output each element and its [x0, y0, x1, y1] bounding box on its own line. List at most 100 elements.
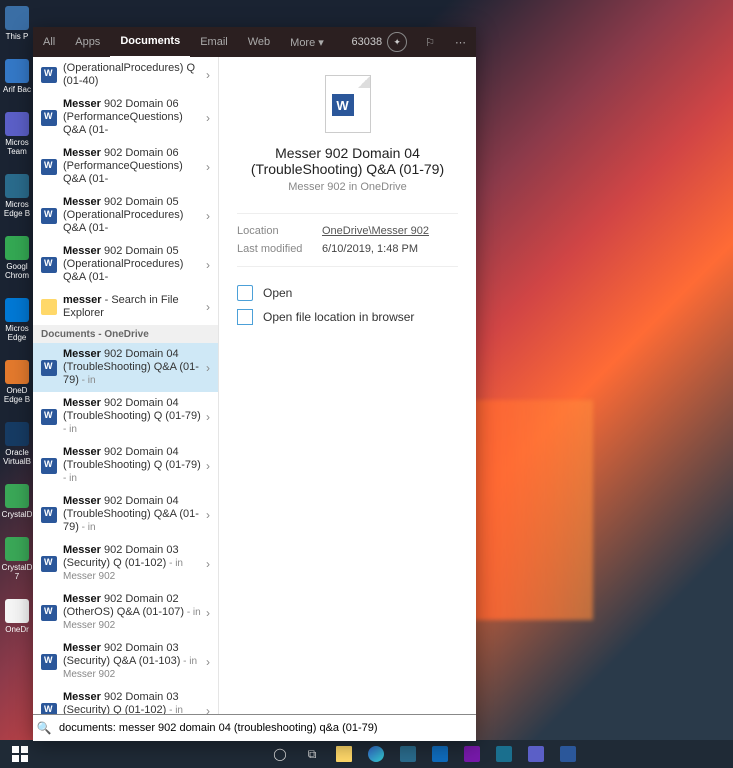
- desktop-icon[interactable]: Arif Bac: [3, 59, 31, 94]
- result-text: Messer 902 Domain 04 (TroubleShooting) Q…: [63, 446, 202, 485]
- result-text: Messer 902 Domain 04 (TroubleShooting) Q…: [63, 495, 202, 534]
- search-result-item[interactable]: Messer 902 Domain 04 (TroubleShooting) Q…: [33, 441, 218, 490]
- filter-tab[interactable]: Apps: [65, 27, 110, 57]
- preview-subtitle: Messer 902 in OneDrive: [288, 181, 407, 193]
- desktop-icon[interactable]: Micros Edge: [3, 298, 31, 342]
- search-result-item[interactable]: Messer 902 Domain 03 (Security) Q (01-10…: [33, 686, 218, 715]
- word-icon: [41, 654, 57, 670]
- search-result-item[interactable]: Messer 902 Domain 04 (TroubleShooting) Q…: [33, 490, 218, 539]
- results-list[interactable]: (OperationalProcedures) Q (01-40)›Messer…: [33, 57, 218, 715]
- open-icon: [237, 285, 253, 301]
- teams-icon[interactable]: [520, 740, 552, 768]
- word-icon: [41, 67, 57, 83]
- filter-tab[interactable]: Email: [190, 27, 238, 57]
- open-location-label: Open file location in browser: [263, 310, 414, 324]
- task-view-icon[interactable]: ⧉: [296, 740, 328, 768]
- result-text: (OperationalProcedures) Q (01-40): [63, 62, 202, 88]
- word-icon: [41, 159, 57, 175]
- modified-label: Last modified: [237, 243, 322, 255]
- preview-title: Messer 902 Domain 04 (TroubleShooting) Q…: [248, 145, 448, 177]
- section-header: Documents - OneDrive: [33, 325, 218, 343]
- search-result-item[interactable]: Messer 902 Domain 05 (OperationalProcedu…: [33, 240, 218, 289]
- photos-icon[interactable]: [488, 740, 520, 768]
- rewards-points: 63038: [352, 36, 383, 48]
- result-text: Messer 902 Domain 02 (OtherOS) Q&A (01-1…: [63, 593, 202, 632]
- open-label: Open: [263, 286, 292, 300]
- preview-metadata: Location OneDrive\Messer 902 Last modifi…: [237, 213, 458, 267]
- word-icon[interactable]: [552, 740, 584, 768]
- chevron-right-icon: ›: [202, 361, 214, 375]
- desktop-icon[interactable]: OneD Edge B: [3, 360, 31, 404]
- open-location-action[interactable]: Open file location in browser: [237, 305, 458, 329]
- chevron-right-icon: ›: [202, 508, 214, 522]
- desktop-icon[interactable]: Micros Team: [3, 112, 31, 156]
- word-icon: [41, 208, 57, 224]
- store-icon[interactable]: [392, 740, 424, 768]
- search-result-item[interactable]: Messer 902 Domain 05 (OperationalProcedu…: [33, 191, 218, 240]
- file-explorer-icon[interactable]: [328, 740, 360, 768]
- word-file-icon: W: [325, 75, 371, 133]
- chevron-right-icon: ›: [202, 300, 214, 314]
- word-icon: [41, 556, 57, 572]
- search-result-item[interactable]: Messer 902 Domain 04 (TroubleShooting) Q…: [33, 392, 218, 441]
- result-text: messer - Search in File Explorer: [63, 294, 202, 320]
- preview-pane: W Messer 902 Domain 04 (TroubleShooting)…: [219, 57, 476, 715]
- filter-tab[interactable]: Web: [238, 27, 280, 57]
- open-action[interactable]: Open: [237, 281, 458, 305]
- explorer-icon: [41, 299, 57, 315]
- search-result-item[interactable]: Messer 902 Domain 06 (PerformanceQuestio…: [33, 142, 218, 191]
- folder-icon: [237, 309, 253, 325]
- desktop-icon[interactable]: Googl Chrom: [3, 236, 31, 280]
- rewards-counter[interactable]: 63038 ✦: [352, 32, 408, 52]
- search-result-item[interactable]: Messer 902 Domain 03 (Security) Q (01-10…: [33, 539, 218, 588]
- desktop-icons: This P Arif Bac Micros Team Micros Edge B Go…: [3, 0, 33, 634]
- result-text: Messer 902 Domain 05 (OperationalProcedu…: [63, 245, 202, 284]
- word-icon: [41, 409, 57, 425]
- search-input-bar[interactable]: 🔍: [33, 714, 476, 741]
- result-text: Messer 902 Domain 06 (PerformanceQuestio…: [63, 98, 202, 137]
- chevron-right-icon: ›: [202, 459, 214, 473]
- result-text: Messer 902 Domain 05 (OperationalProcedu…: [63, 196, 202, 235]
- word-icon: [41, 605, 57, 621]
- chevron-right-icon: ›: [202, 160, 214, 174]
- rewards-icon: ✦: [387, 32, 407, 52]
- start-button[interactable]: [4, 740, 36, 768]
- chevron-right-icon: ›: [202, 606, 214, 620]
- desktop-icon[interactable]: CrystalD: [3, 484, 31, 519]
- onenote-icon[interactable]: [456, 740, 488, 768]
- search-result-item[interactable]: Messer 902 Domain 02 (OtherOS) Q&A (01-1…: [33, 588, 218, 637]
- desktop-icon[interactable]: Micros Edge B: [3, 174, 31, 218]
- edge-icon[interactable]: [360, 740, 392, 768]
- location-value[interactable]: OneDrive\Messer 902: [322, 225, 429, 237]
- feedback-icon[interactable]: ⚐: [415, 27, 445, 57]
- search-result-item[interactable]: Messer 902 Domain 04 (TroubleShooting) Q…: [33, 343, 218, 392]
- search-filter-tabs: AllAppsDocumentsEmailWebMore ▾ 63038 ✦ ⚐…: [33, 27, 476, 57]
- chevron-right-icon: ›: [202, 557, 214, 571]
- desktop-icon[interactable]: This P: [3, 6, 31, 41]
- cortana-icon[interactable]: ◯: [264, 740, 296, 768]
- taskbar: ◯ ⧉: [0, 740, 733, 768]
- chevron-right-icon: ›: [202, 410, 214, 424]
- modified-value: 6/10/2019, 1:48 PM: [322, 243, 418, 255]
- search-input[interactable]: [55, 722, 476, 734]
- search-result-item[interactable]: (OperationalProcedures) Q (01-40)›: [33, 57, 218, 93]
- filter-tab[interactable]: Documents: [110, 26, 190, 58]
- search-result-item[interactable]: messer - Search in File Explorer›: [33, 289, 218, 325]
- result-text: Messer 902 Domain 04 (TroubleShooting) Q…: [63, 397, 202, 436]
- result-text: Messer 902 Domain 03 (Security) Q (01-10…: [63, 544, 202, 583]
- chevron-right-icon: ›: [202, 209, 214, 223]
- filter-tab[interactable]: All: [33, 27, 65, 57]
- search-icon: 🔍: [33, 721, 55, 735]
- desktop-icon[interactable]: Oracle VirtualB: [3, 422, 31, 466]
- filter-tab[interactable]: More ▾: [280, 27, 334, 57]
- location-label: Location: [237, 225, 322, 237]
- search-result-item[interactable]: Messer 902 Domain 03 (Security) Q&A (01-…: [33, 637, 218, 686]
- word-icon: [41, 507, 57, 523]
- desktop-icon[interactable]: CrystalD 7: [3, 537, 31, 581]
- desktop-icon[interactable]: OneDr: [3, 599, 31, 634]
- search-result-item[interactable]: Messer 902 Domain 06 (PerformanceQuestio…: [33, 93, 218, 142]
- mail-icon[interactable]: [424, 740, 456, 768]
- chevron-right-icon: ›: [202, 258, 214, 272]
- desktop-wallpaper: This P Arif Bac Micros Team Micros Edge B Go…: [0, 0, 733, 768]
- more-options-icon[interactable]: ⋯: [445, 27, 476, 57]
